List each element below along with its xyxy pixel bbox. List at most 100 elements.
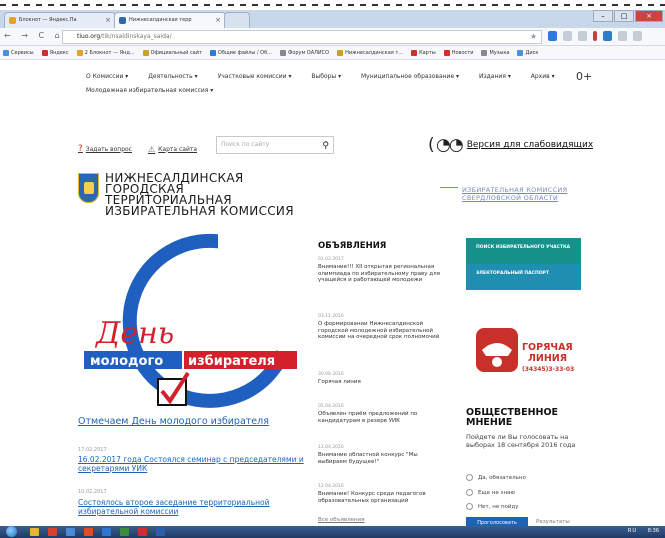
youth-day-link[interactable]: Отмечаем День молодого избирателя [78, 416, 269, 427]
menu-item[interactable]: Участковые комиссии ▾ [218, 73, 292, 80]
bookmark-star-icon[interactable]: ★ [530, 31, 537, 43]
font-size-icon[interactable]: 0+ [576, 70, 592, 83]
announcement-item[interactable]: 03.11.2016 О формировании Нижнесалдинской… [318, 314, 448, 341]
vote-button[interactable]: Проголосовать [466, 517, 528, 526]
electoral-passport-link[interactable]: ЭЛЕКТОРАЛЬНЫЙ ПАСПОРТ [466, 264, 581, 290]
all-announcements-link[interactable]: Все объявления [318, 517, 365, 523]
url-field[interactable]: tiuo.org/tik/nsaldinskaya_saida/ ★ [62, 30, 542, 44]
ask-question-link[interactable]: ? Задать вопрос [78, 144, 132, 154]
bookmark-item[interactable]: Яндекс [41, 49, 69, 56]
search-input[interactable]: Поиск по сайту ⚲ [216, 136, 334, 154]
menu-item[interactable]: Архив ▾ [531, 73, 555, 80]
close-tab-icon[interactable]: × [215, 13, 221, 27]
news-date: 17.02.2017 [78, 447, 107, 453]
menu-item[interactable]: Деятельность ▾ [148, 73, 197, 80]
nav-buttons[interactable]: ← → C ⌂ [4, 31, 64, 40]
tab-commission[interactable]: Нижнесалдинская терр × [114, 12, 226, 28]
app-icon[interactable] [84, 528, 93, 536]
extension-icon[interactable] [548, 31, 557, 41]
notepad-favicon-icon [9, 17, 16, 24]
announcement-item[interactable]: 05.04.2016 Объявлен приём предложений по … [318, 404, 448, 424]
sitemap-icon: ⚠ [147, 144, 156, 154]
bookmark-item[interactable]: Диск [517, 49, 538, 56]
results-link[interactable]: Результаты [536, 519, 570, 525]
menu-item[interactable]: О Комиссии ▾ [86, 73, 128, 80]
find-polling-station-link[interactable]: ПОИСК ИЗБИРАТЕЛЬНОГО УЧАСТКА [466, 238, 581, 264]
announcement-item[interactable]: 01.03.2017 Внимание!!! XII открытая регио… [318, 257, 448, 284]
menu-item[interactable]: Муниципальное образование ▾ [361, 73, 459, 80]
extension-icon[interactable] [578, 31, 587, 41]
extension-icon[interactable] [603, 31, 612, 41]
tab-notepad[interactable]: Блокнот — Яндекс.Па × [4, 12, 116, 28]
bookmark-item[interactable]: Карты [411, 49, 436, 56]
minimize-icon[interactable]: – [593, 10, 613, 22]
tab-label: Нижнесалдинская терр [129, 17, 192, 23]
browser-window: Блокнот — Яндекс.Па × Нижнесалдинская те… [0, 10, 665, 538]
news-link[interactable]: 16.02.2017 года Состоялся семинар с пред… [78, 455, 308, 473]
announcement-item[interactable]: 30.08.2016 Горячая линия [318, 372, 448, 386]
svg-text:ЛИНИЯ: ЛИНИЯ [528, 353, 567, 364]
radio-icon [466, 503, 473, 510]
bookmark-item[interactable]: Сервисы [3, 49, 34, 56]
app-icon[interactable] [138, 528, 147, 536]
accessibility-link[interactable]: ( ◔◔ Версия для слабовидящих [428, 135, 593, 155]
announcements-heading: ОБЪЯВЛЕНИЯ [318, 241, 387, 251]
bookmark-item[interactable]: Музыка [481, 49, 509, 56]
bookmark-item[interactable]: Официальный сайт [142, 49, 202, 56]
bookmark-item[interactable]: Нижнесалдинская т... [337, 49, 403, 56]
poll-title: ОБЩЕСТВЕННОЕ МНЕНИЕ [466, 407, 559, 428]
poll-option-yes[interactable]: Да, обязательно [466, 474, 526, 481]
announcement-item[interactable]: 12.04.2016 Внимание областной конкурс "Мы… [318, 445, 448, 465]
main-menu: О Комиссии ▾ Деятельность ▾ Участковые к… [86, 70, 592, 94]
app-icon[interactable] [48, 528, 57, 536]
close-tab-icon[interactable]: × [105, 13, 111, 27]
glasses-icon: ( ◔◔ [428, 135, 464, 155]
app-icon[interactable] [120, 528, 129, 536]
menu-item[interactable]: Молодежная избирательная комиссия ▾ [86, 87, 213, 94]
menu-item[interactable]: Издания ▾ [479, 73, 511, 80]
youth-voter-day-banner[interactable]: День молодого избирателя [78, 233, 303, 408]
utility-links: ? Задать вопрос ⚠ Карта сайта [78, 144, 213, 154]
commission-favicon-icon [119, 17, 126, 24]
svg-text:(34345)3-33-03: (34345)3-33-03 [522, 366, 574, 373]
menu-icon[interactable] [633, 31, 642, 41]
app-icon[interactable] [156, 528, 165, 536]
bookmark-item[interactable]: Общие файлы / Об... [209, 49, 272, 56]
org-title: НИЖНЕСАЛДИНСКАЯ ГОРОДСКАЯ ТЕРРИТОРИАЛЬНА… [105, 171, 294, 218]
hotline-banner[interactable]: ГОРЯЧАЯ ЛИНИЯ (34345)3-33-03 [466, 320, 581, 388]
bookmarks-bar: Сервисы Яндекс 2 Блокнот — Янд... Официа… [0, 46, 665, 60]
banner-word-young: молодого [90, 354, 163, 369]
close-window-icon[interactable]: × [635, 10, 663, 22]
extension-icon[interactable] [618, 31, 627, 41]
system-tray[interactable]: RU [628, 528, 637, 534]
banner-word-voter: избирателя [188, 354, 275, 369]
url-host: tiuo.org [77, 33, 101, 40]
maximize-icon[interactable]: □ [614, 10, 634, 22]
top-dashed-border [0, 0, 665, 10]
sitemap-link[interactable]: ⚠ Карта сайта [148, 145, 197, 154]
explorer-icon[interactable] [30, 528, 39, 536]
new-tab-button[interactable] [224, 12, 250, 28]
banner-word-day: День [94, 316, 174, 351]
menu-item[interactable]: Выборы ▾ [311, 73, 341, 80]
app-icon[interactable] [102, 528, 111, 536]
url-path: /tik/nsaldinskaya_saida/ [100, 33, 172, 40]
search-icon[interactable]: ⚲ [322, 138, 329, 154]
extension-icon[interactable] [593, 31, 597, 41]
extensions [548, 31, 642, 41]
app-icon[interactable] [66, 528, 75, 536]
regional-commission-link[interactable]: ИЗБИРАТЕЛЬНАЯ КОМИССИЯ СВЕРДЛОВСКОЙ ОБЛА… [462, 186, 567, 202]
window-controls: – □ × [592, 10, 663, 22]
announcement-item[interactable]: 12.04.2016 Внимание! Конкурс среди педаго… [318, 484, 448, 504]
bookmark-item[interactable]: 2 Блокнот — Янд... [76, 49, 135, 56]
poll-option-no[interactable]: Нет, не пойду [466, 503, 519, 510]
poll-question: Пойдете ли Вы голосовать на выборах 18 с… [466, 433, 576, 449]
question-icon: ? [78, 144, 83, 154]
arrow-line [440, 187, 458, 188]
bookmark-item[interactable]: Форум ОАЛИСО [279, 49, 329, 56]
poll-option-unsure[interactable]: Еще не знаю [466, 489, 515, 496]
extension-icon[interactable] [563, 31, 572, 41]
start-button[interactable] [6, 526, 17, 537]
bookmark-item[interactable]: Новости [443, 49, 473, 56]
news-link[interactable]: Состоялось второе заседание территориаль… [78, 498, 308, 516]
